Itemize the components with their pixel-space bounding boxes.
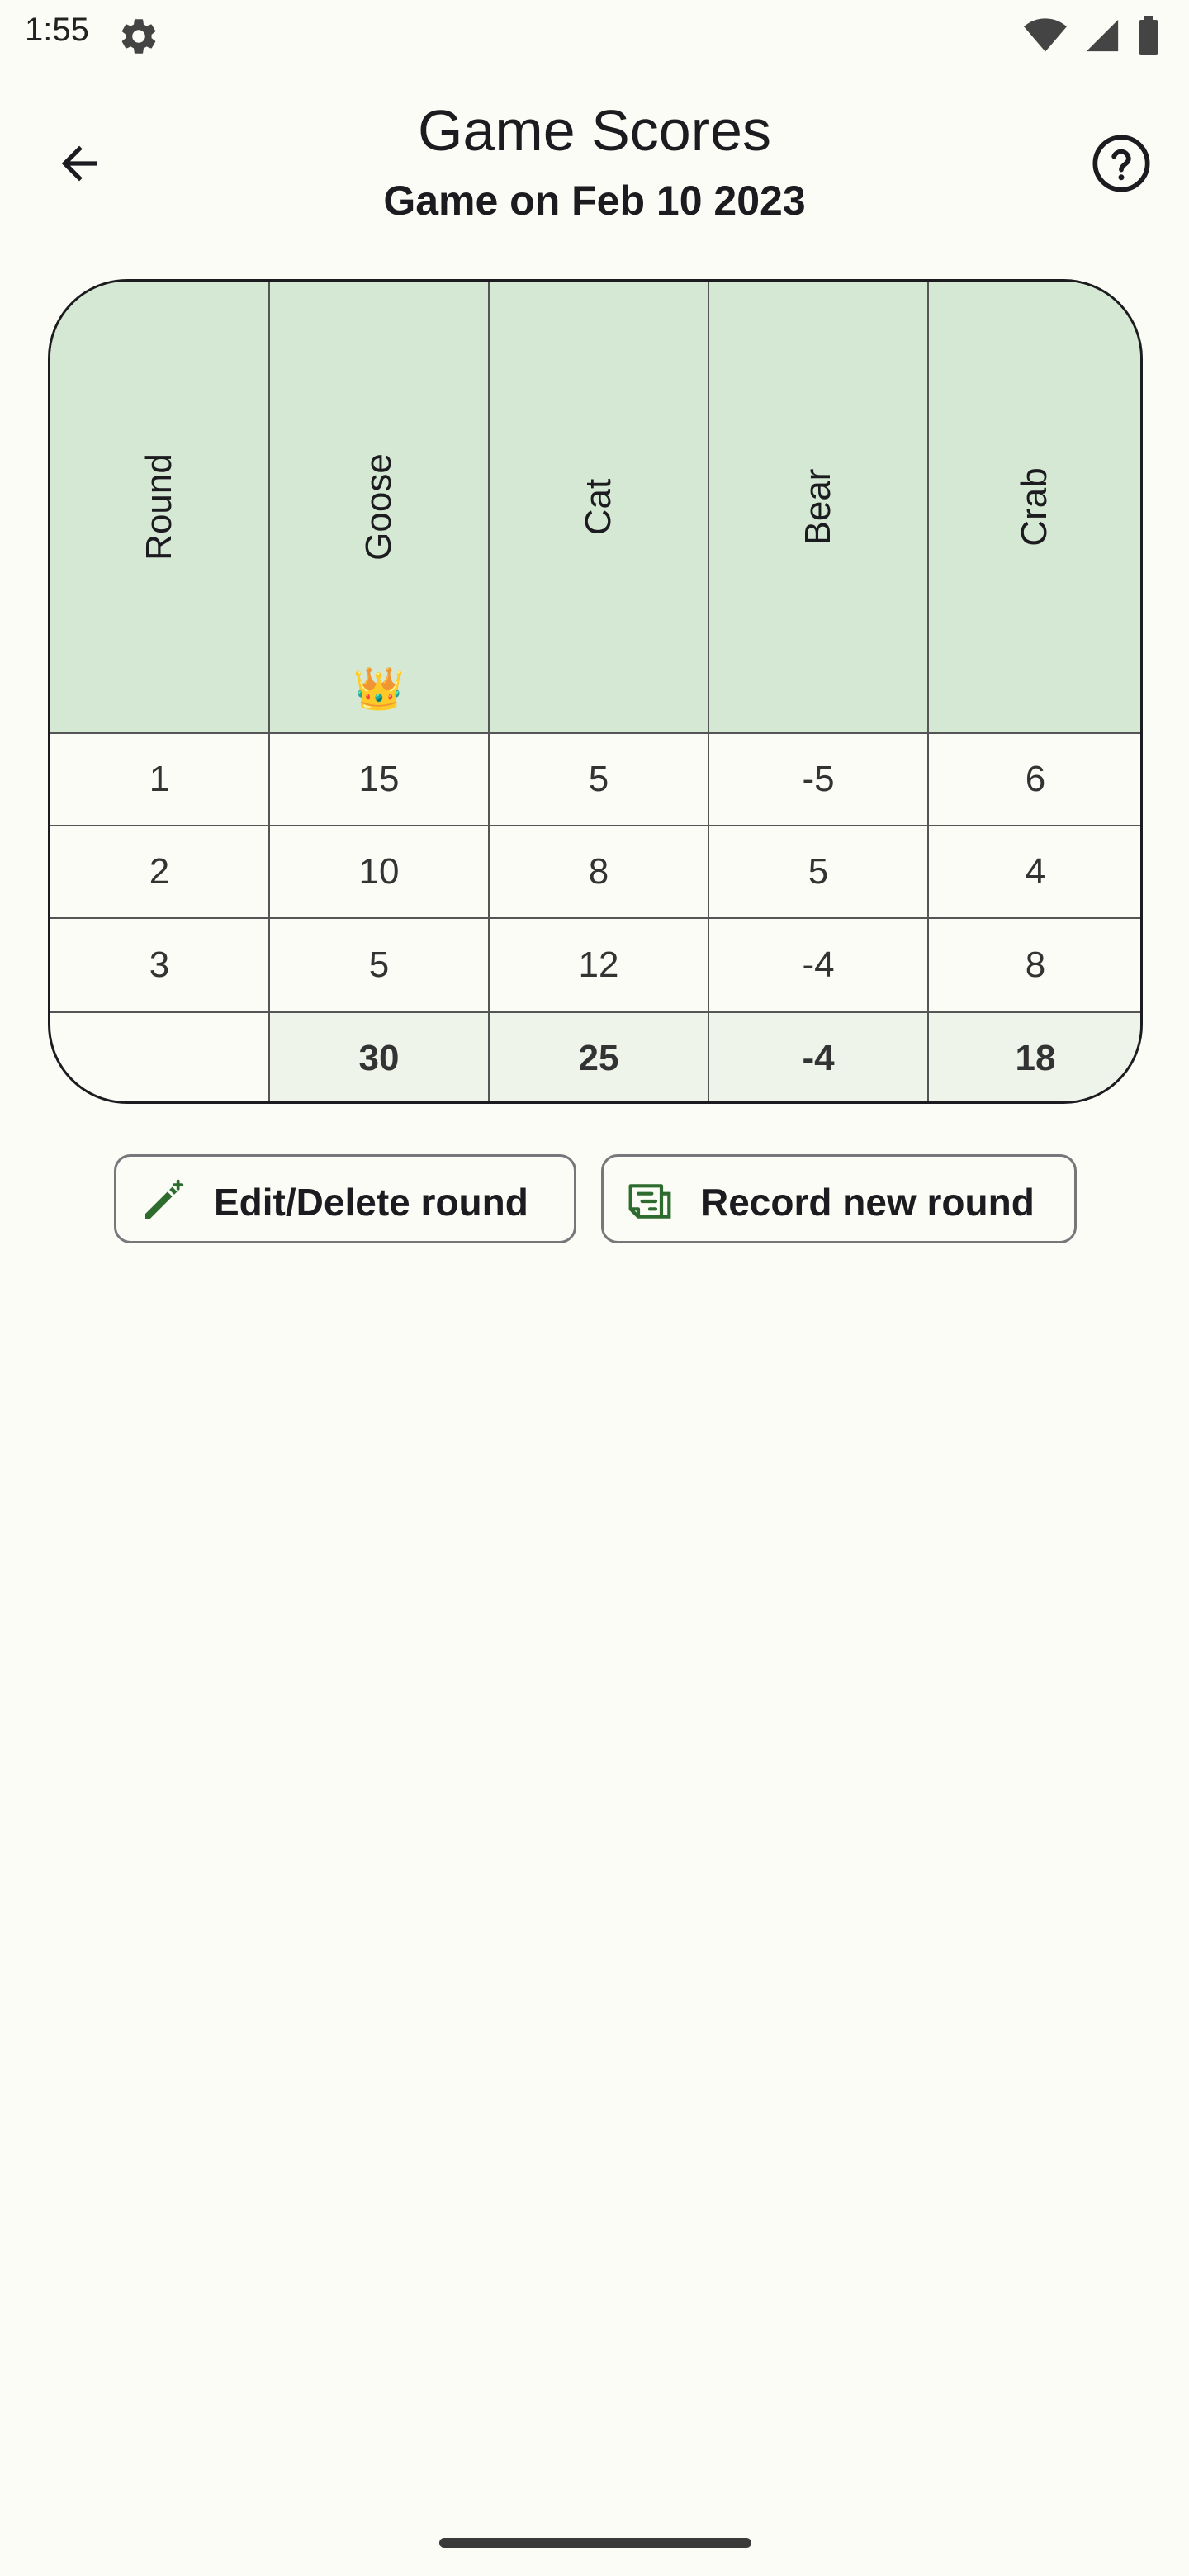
score-cell[interactable]: 6	[929, 734, 1140, 825]
page-subtitle: Game on Feb 10 2023	[383, 178, 806, 224]
header-player-bear: Bear	[709, 282, 927, 732]
status-time: 1:55	[25, 12, 89, 48]
round-number: 2	[149, 851, 170, 892]
page-title: Game Scores	[418, 98, 771, 163]
round-number: 3	[149, 945, 170, 985]
score-cell[interactable]: 8	[929, 919, 1140, 1011]
header-round: Round	[50, 282, 268, 732]
signal-icon	[1086, 19, 1119, 52]
score-cell[interactable]: 5	[709, 826, 927, 917]
total-cell: 30	[358, 1038, 400, 1078]
total-cell: 18	[1015, 1038, 1056, 1078]
header-player-crab: Crab	[929, 282, 1140, 732]
header-player-cat: Cat	[490, 282, 708, 732]
header-label: Cat	[578, 478, 618, 536]
edit-pencil-icon	[145, 1179, 184, 1219]
edit-delete-round-button[interactable]: Edit/Delete round	[114, 1154, 576, 1243]
header-label: Round	[139, 453, 179, 561]
score-table: Round Goose 👑 Cat Bear Crab 1 15 5 -5 6 …	[48, 279, 1143, 1104]
record-new-round-button[interactable]: Record new round	[601, 1154, 1077, 1243]
header-player-goose: Goose 👑	[270, 282, 488, 732]
scoresheet-icon	[628, 1184, 671, 1219]
score-cell[interactable]: -5	[709, 734, 927, 825]
battery-icon	[1139, 16, 1158, 55]
wifi-icon	[1024, 18, 1067, 52]
totals-label	[50, 1013, 268, 1101]
edit-delete-round-label: Edit/Delete round	[214, 1181, 528, 1224]
round-number: 1	[149, 759, 170, 799]
score-cell[interactable]: 5	[270, 919, 488, 1011]
record-new-round-label: Record new round	[701, 1181, 1035, 1224]
score-cell[interactable]: 12	[490, 919, 708, 1011]
status-icons	[1024, 15, 1159, 56]
gesture-navigation-bar[interactable]	[439, 2538, 751, 2548]
gear-icon	[121, 19, 156, 54]
score-cell[interactable]: 8	[490, 826, 708, 917]
score-cell[interactable]: 4	[929, 826, 1140, 917]
header-label: Bear	[798, 468, 838, 546]
help-circle-icon	[1092, 135, 1150, 192]
status-bar: 1:55	[0, 0, 1189, 69]
score-cell[interactable]: 5	[490, 734, 708, 825]
header-label: Crab	[1014, 467, 1054, 547]
total-cell: 25	[578, 1038, 619, 1078]
crown-icon: 👑	[353, 665, 405, 712]
help-button[interactable]	[1082, 124, 1161, 203]
header-label: Goose	[358, 453, 399, 561]
total-cell: -4	[802, 1038, 835, 1078]
score-cell[interactable]: 15	[270, 734, 488, 825]
score-cell[interactable]: -4	[709, 919, 927, 1011]
score-cell[interactable]: 10	[270, 826, 488, 917]
